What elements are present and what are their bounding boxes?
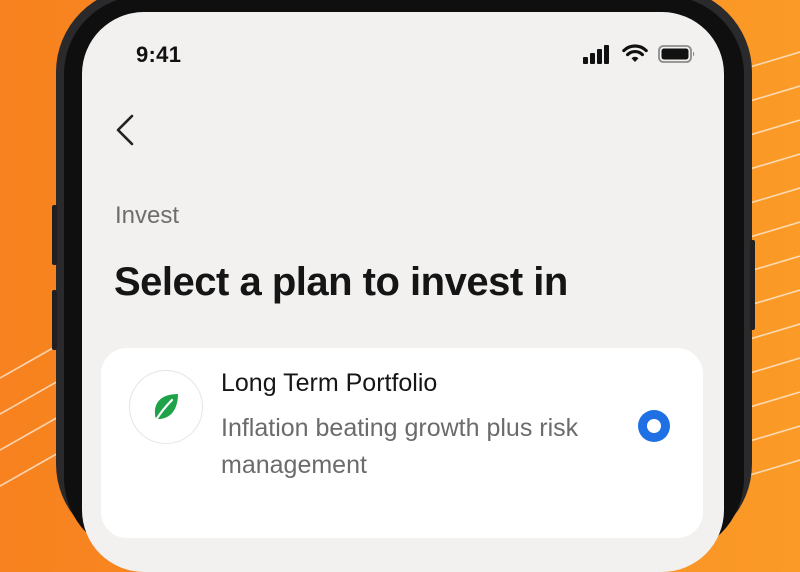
wifi-icon (622, 44, 648, 62)
phone-side-button (52, 205, 57, 265)
plan-icon (129, 370, 203, 444)
status-time: 9:41 (136, 42, 182, 67)
signal-icon (583, 45, 609, 64)
plan-card-long-term-portfolio[interactable]: Long Term Portfolio Inflation beating gr… (101, 348, 703, 538)
status-icons (582, 44, 696, 64)
phone-power-button (750, 240, 755, 330)
page-title: Select a plan to invest in (114, 260, 568, 304)
leaf-icon (154, 394, 178, 422)
plan-radio-selected[interactable] (638, 410, 670, 442)
phone-screen: 9:41 Invest Select a plan to invest in L… (82, 12, 724, 572)
plan-name: Long Term Portfolio (221, 369, 438, 397)
radio-dot (647, 419, 661, 433)
phone-side-button (52, 290, 57, 350)
breadcrumb: Invest (115, 202, 180, 229)
back-button[interactable] (112, 112, 138, 148)
battery-icon (658, 45, 695, 63)
plan-description: Inflation beating growth plus risk manag… (221, 414, 579, 479)
chevron-left-icon (116, 114, 134, 146)
